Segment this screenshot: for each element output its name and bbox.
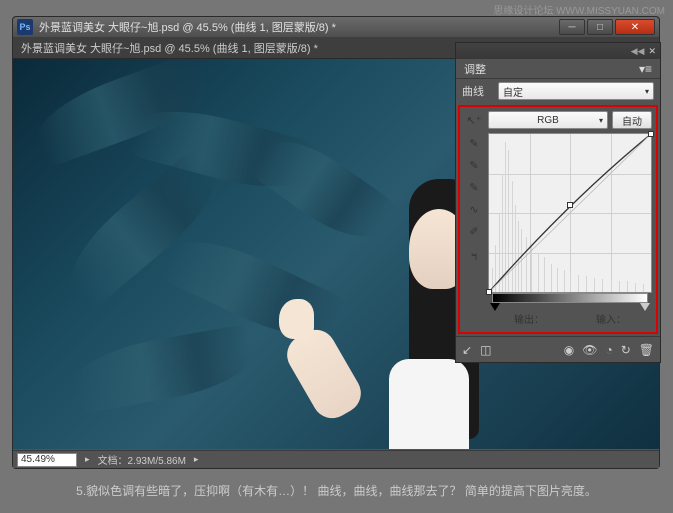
panel-footer: ↙ ◫ ◉ 👁 ◔ ↻ 🗑 (456, 336, 660, 362)
curve-graph[interactable] (488, 133, 652, 293)
curve-smooth-tool-icon[interactable]: ฯ (471, 247, 477, 263)
minimize-button[interactable]: ─ (559, 19, 585, 35)
foliage (69, 324, 257, 414)
photoshop-icon: Ps (17, 19, 33, 35)
eyedropper-black-icon[interactable]: ✎ (469, 137, 478, 153)
input-slider[interactable] (488, 293, 652, 309)
shirt (389, 359, 469, 449)
panel-close-icon[interactable]: ✕ (648, 46, 656, 57)
maximize-button[interactable]: □ (587, 19, 613, 35)
curves-label: 曲线 (462, 83, 492, 99)
zoom-arrows-icon[interactable]: ▸ (85, 454, 90, 465)
reset-icon[interactable]: ↻ (621, 343, 631, 357)
curve-line (489, 134, 651, 292)
curve-draw-tool-icon[interactable]: ✐ (469, 225, 478, 241)
output-label: 输出： (514, 311, 544, 326)
gradient-bar (492, 293, 648, 303)
eyedropper-gray-icon[interactable]: ✎ (469, 159, 478, 175)
curve-toolbar: ↖⁺ RGB ▾ 自动 (464, 109, 652, 131)
curve-side-tools: ✎ ✎ ✎ ∿ ✐ ฯ (464, 133, 484, 293)
input-label: 输入： (596, 311, 626, 326)
status-bar: 45.49% ▸ 文档：2.93M/5.86M ▸ (13, 450, 659, 468)
chevron-down-icon: ▾ (645, 87, 649, 96)
hand (279, 299, 314, 339)
panel-collapse-icon[interactable]: ◀◀ (631, 46, 645, 57)
channel-value: RGB (537, 115, 559, 126)
eyedropper-white-icon[interactable]: ✎ (469, 181, 478, 197)
toggle-visibility-icon[interactable]: 👁 (582, 343, 597, 357)
curve-point-tool-icon[interactable]: ∿ (469, 203, 478, 219)
curve-point-highlight[interactable] (648, 131, 654, 137)
black-point-handle[interactable] (490, 303, 500, 311)
tutorial-caption: 5.貌似色调有些暗了，压抑啊（有木有…）！ 曲线，曲线，曲线那去了？ 简单的提高… (0, 482, 673, 499)
panel-header: ◀◀ ✕ (456, 43, 660, 59)
target-adjust-icon[interactable]: ↖⁺ (464, 111, 484, 129)
adjustments-panel: ◀◀ ✕ 调整 ▾≡ 曲线 自定 ▾ ↖⁺ RGB ▾ 自动 ✎ ✎ ✎ ∿ (455, 42, 661, 363)
window-controls: ─ □ ✕ (559, 19, 655, 35)
curve-body: ✎ ✎ ✎ ∿ ✐ ฯ (464, 133, 652, 293)
close-button[interactable]: ✕ (615, 19, 655, 35)
io-readout: 输出： 输入： (488, 309, 652, 328)
document-info: 文档：2.93M/5.86M (98, 452, 186, 467)
window-title: 外景蓝调美女 大眼仔~旭.psd @ 45.5% (曲线 1, 图层蒙版/8) … (39, 19, 559, 35)
title-bar: Ps 外景蓝调美女 大眼仔~旭.psd @ 45.5% (曲线 1, 图层蒙版/… (13, 17, 659, 37)
zoom-input[interactable]: 45.49% (17, 453, 77, 467)
channel-dropdown[interactable]: RGB ▾ (488, 111, 608, 129)
highlighted-curves-area: ↖⁺ RGB ▾ 自动 ✎ ✎ ✎ ∿ ✐ ฯ (458, 105, 658, 334)
auto-button[interactable]: 自动 (612, 111, 652, 129)
chevron-down-icon: ▾ (599, 116, 603, 125)
curve-point-mid[interactable] (567, 202, 573, 208)
panel-menu-icon[interactable]: ▾≡ (639, 62, 652, 76)
previous-state-icon[interactable]: ◔ (605, 343, 612, 357)
tab-label: 调整 (464, 61, 486, 77)
info-arrow-icon[interactable]: ▸ (194, 454, 199, 465)
return-to-list-icon[interactable]: ↙ (462, 343, 472, 357)
preset-dropdown[interactable]: 自定 ▾ (498, 82, 654, 100)
subject-person (339, 149, 459, 449)
white-point-handle[interactable] (640, 303, 650, 311)
preset-value: 自定 (503, 84, 523, 99)
preset-row: 曲线 自定 ▾ (456, 79, 660, 103)
clip-to-layer-icon[interactable]: ◉ (564, 343, 574, 357)
watermark: 思缘设计论坛 WWW.MISSYUAN.COM (493, 2, 665, 17)
adjustments-tab[interactable]: 调整 ▾≡ (456, 59, 660, 79)
delete-icon[interactable]: 🗑 (639, 343, 654, 357)
expand-view-icon[interactable]: ◫ (480, 343, 491, 357)
